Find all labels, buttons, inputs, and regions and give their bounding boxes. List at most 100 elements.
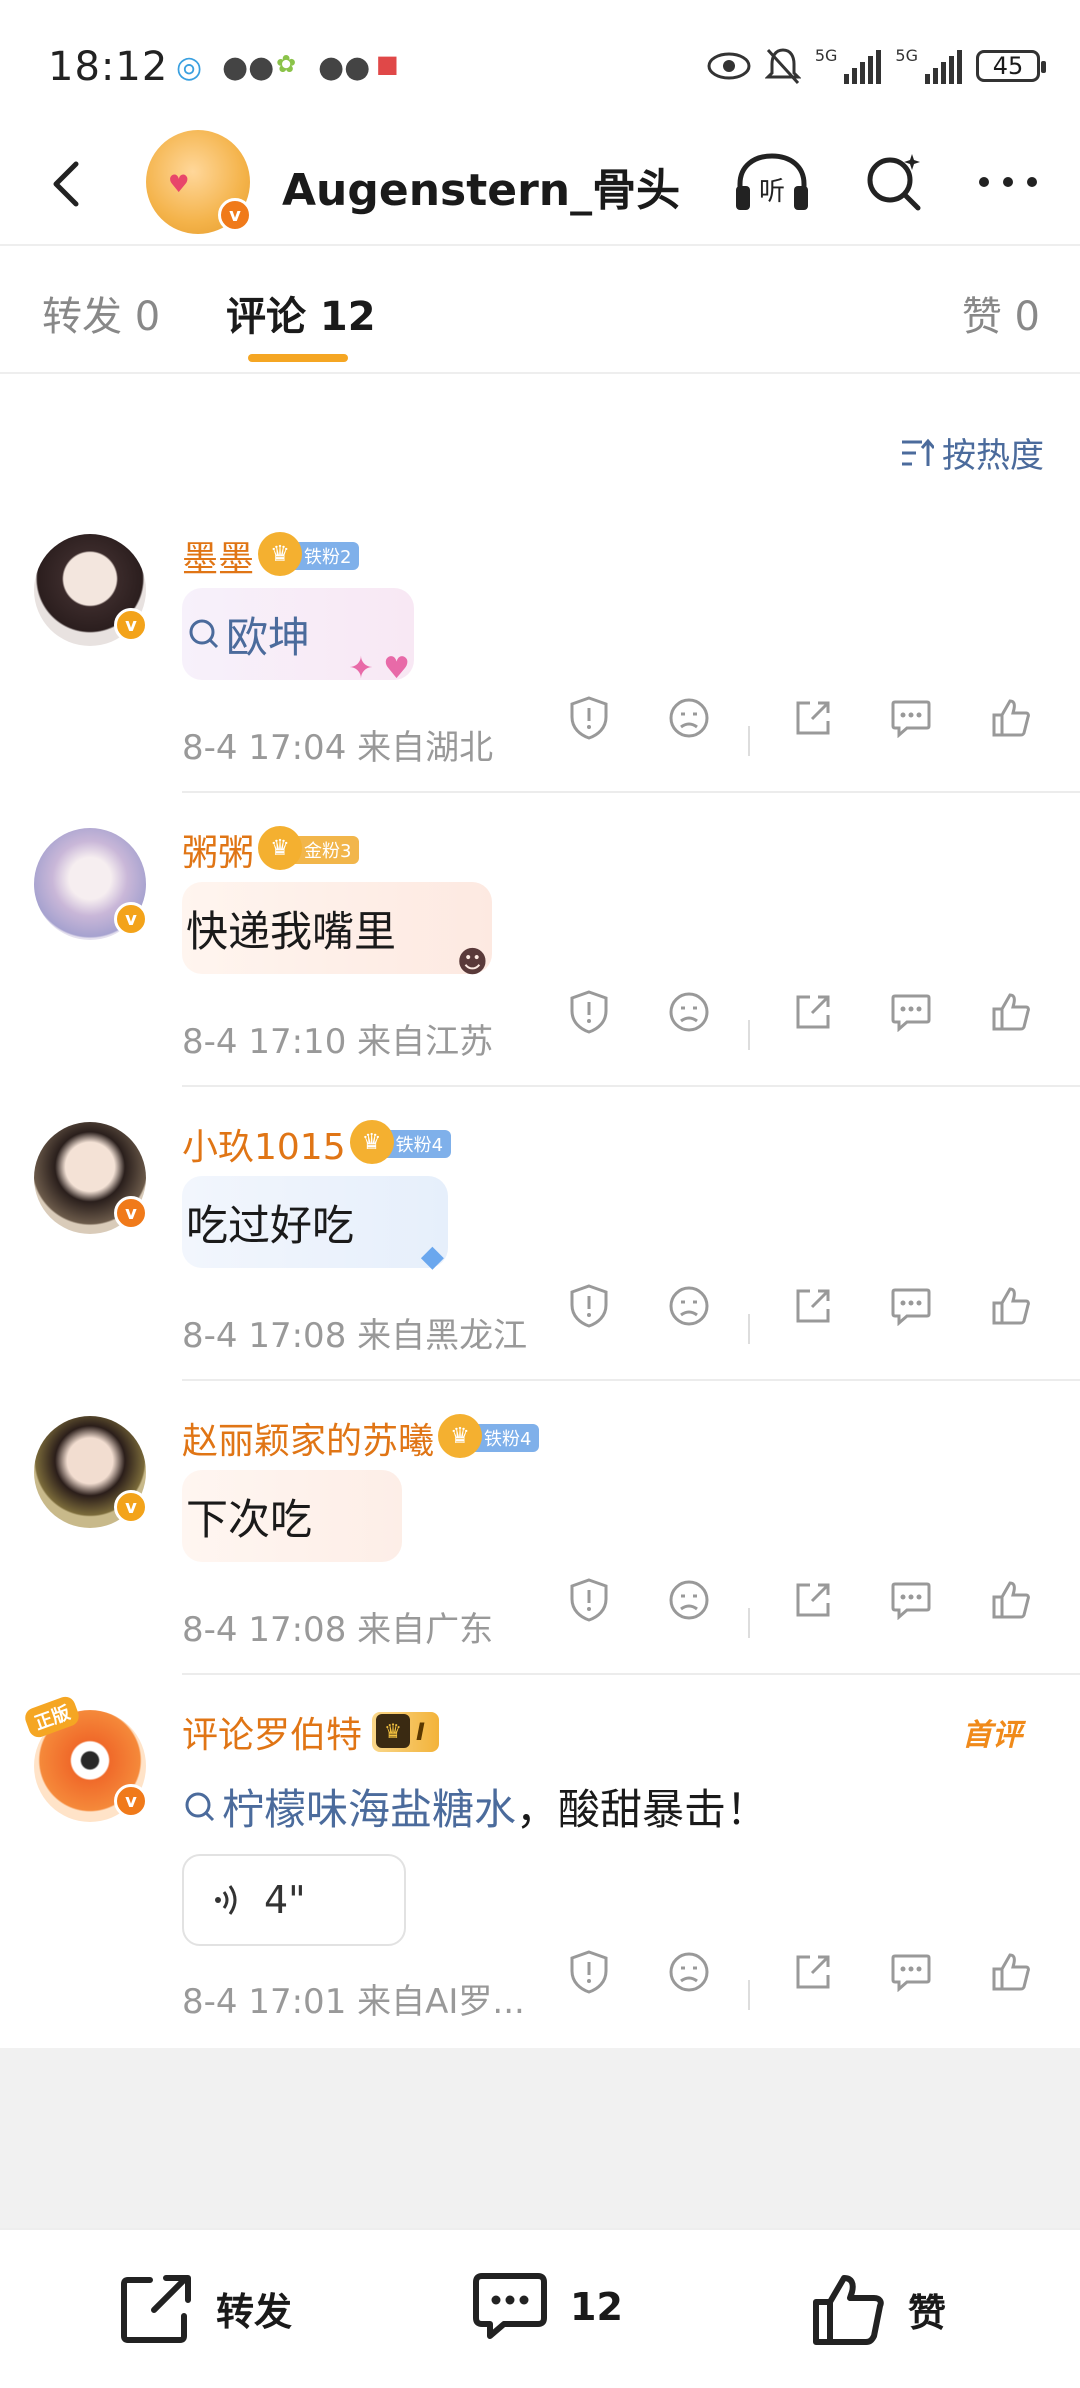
like-button[interactable]: 赞 (812, 2272, 946, 2346)
like-icon[interactable] (988, 1577, 1034, 1623)
comment-location: 来自广东 (357, 1610, 494, 1650)
avatar[interactable]: v (34, 534, 148, 646)
tab-comments[interactable]: 评论 12 (226, 284, 376, 342)
avatar[interactable]: v (34, 1122, 148, 1234)
username-text: 小玖1015 (182, 1127, 346, 1168)
tab-repost[interactable]: 转发 0 (42, 284, 160, 342)
tab-bar: 转发 0 评论 12 赞 0 (0, 246, 1080, 372)
share-icon[interactable] (790, 1577, 836, 1623)
diamond-sticker-icon: ◆ (420, 1239, 444, 1274)
eye-icon (707, 52, 751, 80)
like-icon[interactable] (988, 1283, 1034, 1329)
topic-link[interactable]: 柠檬味海盐糖水 (222, 1776, 516, 1837)
voice-message[interactable]: 4" (182, 1854, 406, 1946)
app-notification-icon: ✿ (276, 50, 297, 78)
crown-icon: ♛ (258, 532, 303, 576)
comment-content: 柠檬味海盐糖水 ，酸甜暴击！ (182, 1776, 768, 1837)
avatar[interactable]: v (34, 1416, 148, 1528)
share-icon[interactable] (790, 1283, 836, 1329)
action-divider (748, 1608, 750, 1638)
crown-icon: ♛ (376, 1714, 411, 1748)
reply-icon[interactable] (888, 1283, 934, 1329)
like-icon[interactable] (988, 695, 1034, 741)
reply-icon[interactable] (888, 695, 934, 741)
comment-bubble: 下次吃 (182, 1470, 402, 1562)
verified-badge-icon: v (114, 1196, 148, 1230)
header-avatar[interactable]: ♥ v (146, 130, 252, 234)
like-icon[interactable] (988, 989, 1034, 1035)
comment-text[interactable]: 欧坤 (226, 604, 310, 665)
comment-username[interactable]: 墨墨 ♛ 铁粉2 (182, 530, 360, 582)
svg-text:听: 听 (759, 177, 785, 207)
report-icon[interactable] (566, 1949, 612, 1995)
tabs-divider (0, 372, 1080, 374)
comment-username[interactable]: 赵丽颖家的苏曦 ♛ 铁粉4 (182, 1412, 540, 1464)
share-icon[interactable] (790, 1949, 836, 1995)
avatar[interactable]: v 正版 (22, 1694, 148, 1822)
comment-button[interactable]: 12 (472, 2272, 623, 2342)
action-divider (748, 1980, 750, 2010)
share-icon[interactable] (790, 695, 836, 741)
like-label: 赞 (908, 2290, 947, 2335)
comment-username[interactable]: 小玖1015 ♛ 铁粉4 (182, 1118, 452, 1170)
comment-location: 来自AI罗... (357, 1982, 525, 2022)
dislike-face-icon[interactable] (666, 1577, 712, 1623)
fan-badge: ♛ 铁粉2 (258, 532, 360, 576)
comment-time: 8-4 17:10 (182, 1022, 347, 1062)
dislike-face-icon[interactable] (666, 1949, 712, 1995)
rank-badge: ♛ I (372, 1712, 439, 1752)
first-comment-tag: 首评 (962, 1718, 1022, 1753)
avatar[interactable]: v (34, 828, 148, 940)
sort-button[interactable]: 按热度 (900, 428, 1044, 477)
comment-separator (182, 1673, 1080, 1675)
comment-text: ，酸甜暴击！ (516, 1785, 769, 1834)
listen-headphones-icon[interactable]: 听 (732, 150, 812, 214)
search-icon[interactable] (862, 150, 926, 214)
sort-icon (902, 438, 934, 466)
reply-icon[interactable] (888, 1949, 934, 1995)
dislike-face-icon[interactable] (666, 695, 712, 741)
net2-label: 5G (895, 46, 918, 65)
comment-bubble: 欧坤 ✦ ♥ (182, 588, 414, 686)
username-text: 墨墨 (182, 539, 255, 580)
crown-icon: ♛ (349, 1120, 394, 1164)
dislike-face-icon[interactable] (666, 989, 712, 1035)
verified-badge-icon: v (114, 1490, 148, 1524)
reply-icon[interactable] (888, 1577, 934, 1623)
dislike-face-icon[interactable] (666, 1283, 712, 1329)
like-icon[interactable] (988, 1949, 1034, 1995)
share-icon[interactable] (790, 989, 836, 1035)
tab-likes[interactable]: 赞 0 (962, 284, 1040, 342)
action-divider (748, 1020, 750, 1050)
comment-username[interactable]: 评论罗伯特 ♛ I (182, 1706, 439, 1758)
comment-meta: 8-4 17:10 来自江苏 (182, 1014, 493, 1063)
header: ♥ v Augenstern_骨头 听 (0, 130, 1080, 246)
report-icon[interactable] (566, 1283, 612, 1329)
comment-location: 来自江苏 (357, 1022, 494, 1062)
back-arrow-icon[interactable] (38, 154, 98, 214)
thumbs-up-icon (813, 2275, 884, 2345)
heart-icon: ♥ (168, 170, 190, 198)
report-icon[interactable] (566, 1577, 612, 1623)
repost-label: 转发 (216, 2289, 293, 2334)
comment-time: 8-4 17:04 (182, 728, 347, 768)
reply-icon[interactable] (888, 989, 934, 1035)
comment-username[interactable]: 粥粥 ♛ 金粉3 (182, 824, 360, 876)
report-icon[interactable] (566, 989, 612, 1035)
bottom-action-bar: 转发 12 赞 (0, 2228, 1080, 2388)
username-text: 赵丽颖家的苏曦 (182, 1421, 435, 1462)
status-time: 18:12 (48, 44, 169, 90)
more-dots-icon[interactable] (976, 172, 1040, 192)
repost-button[interactable]: 转发 (120, 2272, 292, 2344)
signal-2-icon: 5G (895, 48, 962, 84)
search-link-icon (185, 1792, 215, 1821)
username-text: 粥粥 (182, 833, 255, 874)
report-icon[interactable] (566, 695, 612, 741)
action-divider (748, 1314, 750, 1344)
verified-badge-icon: v (114, 608, 148, 642)
active-tab-indicator (248, 354, 348, 362)
fan-badge: ♛ 铁粉4 (349, 1120, 452, 1164)
verified-badge-icon: v (218, 198, 252, 232)
comment-bubble: 吃过好吃 ◆ (182, 1176, 448, 1274)
page-title[interactable]: Augenstern_骨头 (282, 154, 680, 218)
